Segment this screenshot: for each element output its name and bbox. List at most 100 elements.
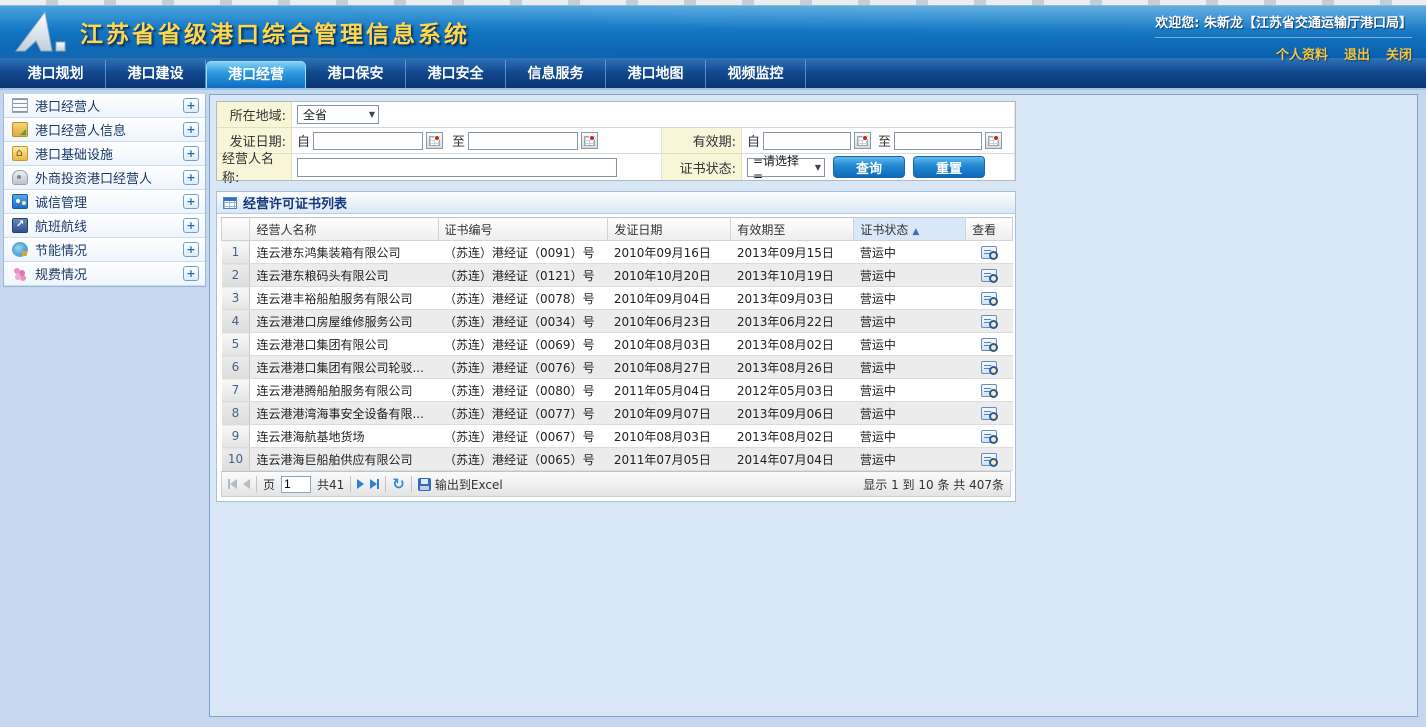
pagination-bar: 页 共41 ↻ 输出到Excel 显示 1 到 10 条 共 407条 (221, 471, 1011, 497)
sidebar-item[interactable]: 诚信管理 + (4, 190, 205, 214)
nav-tab[interactable]: 港口地图 (606, 60, 706, 88)
cell-issue-date: 2010年09月07日 (608, 402, 731, 425)
view-detail-icon[interactable] (981, 246, 997, 259)
view-detail-icon[interactable] (981, 269, 997, 282)
main-content-panel: 所在地域: 全省▼ 发证日期: 自 至 有效期: (209, 94, 1418, 717)
query-button[interactable]: 查询 (833, 156, 905, 178)
header-link[interactable]: 个人资料 (1276, 44, 1328, 63)
view-detail-icon[interactable] (981, 384, 997, 397)
issue-date-from-input[interactable] (313, 132, 423, 150)
nav-tab[interactable]: 港口安全 (406, 60, 506, 88)
sidebar-item[interactable]: 规费情况 + (4, 262, 205, 286)
row-number: 9 (222, 425, 250, 448)
region-select[interactable]: 全省▼ (297, 105, 379, 124)
calendar-icon[interactable] (426, 132, 443, 149)
cell-valid-until: 2013年08月02日 (731, 425, 854, 448)
cell-valid-until: 2013年09月06日 (731, 402, 854, 425)
column-issue-date[interactable]: 发证日期 (608, 218, 731, 241)
sidebar-item[interactable]: 港口基础设施 + (4, 142, 205, 166)
sidebar-item-label: 港口经营人 (35, 96, 183, 115)
view-detail-icon[interactable] (981, 430, 997, 443)
header-link[interactable]: 关闭 (1386, 44, 1412, 63)
view-detail-icon[interactable] (981, 453, 997, 466)
cell-operator-name: 连云港海巨船舶供应有限公司 (250, 448, 438, 471)
cell-issue-date: 2010年09月16日 (608, 241, 731, 264)
first-page-button[interactable] (228, 479, 237, 489)
validity-from-input[interactable] (763, 132, 851, 150)
operator-name-input[interactable] (297, 158, 617, 177)
table-row[interactable]: 5 连云港港口集团有限公司 （苏连）港经证（0069）号 2010年08月03日… (222, 333, 1013, 356)
column-view: 查看 (966, 218, 1013, 241)
sidebar-item[interactable]: 港口经营人 + (4, 94, 205, 118)
expand-plus-button[interactable]: + (183, 266, 199, 281)
nav-tab[interactable]: 视频监控 (706, 60, 806, 88)
expand-plus-button[interactable]: + (183, 146, 199, 161)
table-row[interactable]: 9 连云港海航基地货场 （苏连）港经证（0067）号 2010年08月03日 2… (222, 425, 1013, 448)
expand-plus-button[interactable]: + (183, 242, 199, 257)
fee-icon (12, 266, 28, 281)
calendar-icon[interactable] (985, 132, 1002, 149)
view-detail-icon[interactable] (981, 292, 997, 305)
cert-status-select[interactable]: =请选择=▼ (747, 158, 825, 177)
nav-tab[interactable]: 信息服务 (506, 60, 606, 88)
sidebar-item[interactable]: 航班航线 + (4, 214, 205, 238)
cell-issue-date: 2010年09月04日 (608, 287, 731, 310)
cell-cert-number: （苏连）港经证（0076）号 (438, 356, 608, 379)
row-number: 4 (222, 310, 250, 333)
view-detail-icon[interactable] (981, 338, 997, 351)
cell-cert-status: 营运中 (854, 241, 966, 264)
header-links: 个人资料退出关闭 (1155, 44, 1412, 63)
column-cert-number[interactable]: 证书编号 (438, 218, 608, 241)
view-detail-icon[interactable] (981, 407, 997, 420)
expand-plus-button[interactable]: + (183, 170, 199, 185)
facility-icon (12, 146, 28, 161)
nav-tab[interactable]: 港口建设 (106, 60, 206, 88)
sidebar-item[interactable]: 港口经营人信息 + (4, 118, 205, 142)
sidebar-item[interactable]: 节能情况 + (4, 238, 205, 262)
table-row[interactable]: 2 连云港东粮码头有限公司 （苏连）港经证（0121）号 2010年10月20日… (222, 264, 1013, 287)
expand-plus-button[interactable]: + (183, 98, 199, 113)
validity-to-input[interactable] (894, 132, 982, 150)
view-detail-icon[interactable] (981, 315, 997, 328)
cell-cert-number: （苏连）港经证（0121）号 (438, 264, 608, 287)
panel-title: 经营许可证书列表 (243, 193, 347, 212)
sidebar-item[interactable]: 外商投资港口经营人 + (4, 166, 205, 190)
refresh-icon[interactable]: ↻ (392, 477, 405, 492)
nav-tab[interactable]: 港口经营 (206, 61, 306, 88)
expand-plus-button[interactable]: + (183, 122, 199, 137)
column-valid-until[interactable]: 有效期至 (731, 218, 854, 241)
column-cert-status[interactable]: 证书状态▲ (854, 218, 966, 241)
cell-valid-until: 2013年08月02日 (731, 333, 854, 356)
prev-page-button[interactable] (243, 479, 250, 489)
cell-issue-date: 2010年08月27日 (608, 356, 731, 379)
table-row[interactable]: 7 连云港港腾船舶服务有限公司 （苏连）港经证（0080）号 2011年05月0… (222, 379, 1013, 402)
expand-plus-button[interactable]: + (183, 194, 199, 209)
calendar-icon[interactable] (854, 132, 871, 149)
cell-cert-status: 营运中 (854, 448, 966, 471)
license-table: 经营人名称 证书编号 发证日期 有效期至 证书状态▲ 查看 (221, 217, 1013, 471)
export-excel-button[interactable]: 输出到Excel (418, 476, 503, 493)
issue-date-to-input[interactable] (468, 132, 578, 150)
column-operator-name[interactable]: 经营人名称 (250, 218, 438, 241)
cell-valid-until: 2013年08月26日 (731, 356, 854, 379)
search-form: 所在地域: 全省▼ 发证日期: 自 至 有效期: (216, 101, 1016, 181)
next-page-button[interactable] (357, 479, 364, 489)
page-label: 页 (263, 476, 275, 493)
calendar-icon[interactable] (581, 132, 598, 149)
table-row[interactable]: 4 连云港港口房屋维修服务公司 （苏连）港经证（0034）号 2010年06月2… (222, 310, 1013, 333)
sort-asc-icon: ▲ (912, 227, 919, 237)
cell-cert-number: （苏连）港经证（0067）号 (438, 425, 608, 448)
table-row[interactable]: 8 连云港港湾海事安全设备有限... （苏连）港经证（0077）号 2010年0… (222, 402, 1013, 425)
view-detail-icon[interactable] (981, 361, 997, 374)
nav-tab[interactable]: 港口规划 (6, 60, 106, 88)
table-row[interactable]: 10 连云港海巨船舶供应有限公司 （苏连）港经证（0065）号 2011年07月… (222, 448, 1013, 471)
expand-plus-button[interactable]: + (183, 218, 199, 233)
header-link[interactable]: 退出 (1344, 44, 1370, 63)
reset-button[interactable]: 重置 (913, 156, 985, 178)
table-row[interactable]: 3 连云港丰裕船舶服务有限公司 （苏连）港经证（0078）号 2010年09月0… (222, 287, 1013, 310)
table-row[interactable]: 1 连云港东鸿集装箱有限公司 （苏连）港经证（0091）号 2010年09月16… (222, 241, 1013, 264)
page-number-input[interactable] (281, 476, 311, 493)
nav-tab[interactable]: 港口保安 (306, 60, 406, 88)
last-page-button[interactable] (370, 479, 379, 489)
table-row[interactable]: 6 连云港港口集团有限公司轮驳... （苏连）港经证（0076）号 2010年0… (222, 356, 1013, 379)
